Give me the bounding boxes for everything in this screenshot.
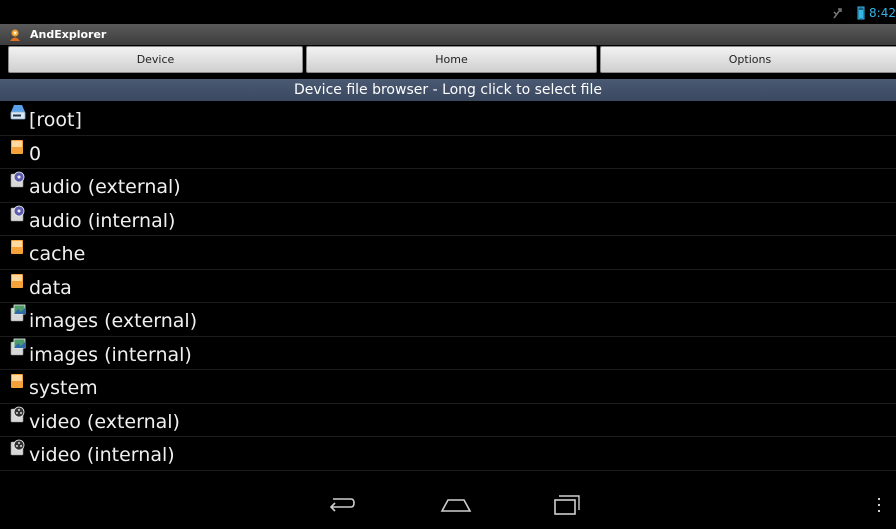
file-row-audio-internal[interactable]: audio (internal) bbox=[0, 203, 896, 236]
battery-icon bbox=[857, 6, 865, 20]
file-row-data[interactable]: data bbox=[0, 270, 896, 303]
folder-icon bbox=[11, 139, 23, 154]
file-row-root[interactable]: [root] bbox=[0, 102, 896, 136]
file-label: images (external) bbox=[29, 310, 198, 333]
usb-debug-icon bbox=[833, 8, 842, 19]
folder-icon bbox=[11, 240, 23, 255]
clock: 8:42 bbox=[869, 6, 896, 20]
file-row-video-internal[interactable]: video (internal) bbox=[0, 437, 896, 471]
audio-folder-icon bbox=[10, 205, 25, 222]
file-row-video-external[interactable]: video (external) bbox=[0, 404, 896, 437]
images-folder-icon bbox=[10, 338, 26, 356]
options-button[interactable]: Options bbox=[600, 46, 896, 73]
audio-folder-icon bbox=[10, 171, 25, 188]
back-icon[interactable] bbox=[326, 491, 358, 515]
status-bar: 8:42 bbox=[0, 0, 896, 24]
app-title: AndExplorer bbox=[30, 28, 107, 41]
folder-icon bbox=[11, 374, 23, 389]
file-label: video (internal) bbox=[29, 444, 175, 467]
video-folder-icon bbox=[10, 439, 25, 456]
images-folder-icon bbox=[10, 304, 26, 322]
home-nav-icon[interactable] bbox=[439, 491, 473, 515]
video-folder-icon bbox=[10, 406, 25, 423]
file-label: 0 bbox=[29, 142, 42, 165]
app-title-bar: AndExplorer bbox=[0, 24, 896, 45]
file-label: images (internal) bbox=[29, 343, 192, 366]
system-nav-bar bbox=[0, 479, 896, 529]
recent-apps-icon[interactable] bbox=[552, 491, 582, 517]
browser-header-text: Device file browser - Long click to sele… bbox=[294, 82, 602, 98]
file-label: audio (external) bbox=[29, 176, 181, 199]
file-label: cache bbox=[29, 243, 86, 266]
status-indicators: 8:42 bbox=[831, 5, 896, 21]
file-label: system bbox=[29, 377, 98, 400]
folder-icon bbox=[11, 273, 23, 288]
file-row-system[interactable]: system bbox=[0, 370, 896, 404]
file-row-0[interactable]: 0 bbox=[0, 136, 896, 169]
device-button[interactable]: Device bbox=[8, 46, 303, 73]
file-label: data bbox=[29, 276, 72, 299]
toolbar: Device Home Options bbox=[0, 46, 896, 74]
file-row-images-internal[interactable]: images (internal) bbox=[0, 337, 896, 370]
file-list: [root] 0 audio (external) audio (interna… bbox=[0, 102, 896, 471]
file-label: audio (internal) bbox=[29, 209, 176, 232]
file-row-cache[interactable]: cache bbox=[0, 236, 896, 270]
overflow-menu-icon[interactable] bbox=[875, 497, 883, 513]
file-row-images-external[interactable]: images (external) bbox=[0, 303, 896, 337]
file-row-audio-external[interactable]: audio (external) bbox=[0, 169, 896, 203]
file-label: [root] bbox=[29, 109, 82, 132]
file-label: video (external) bbox=[29, 410, 180, 433]
drive-icon bbox=[10, 105, 26, 120]
browser-header: Device file browser - Long click to sele… bbox=[0, 79, 896, 101]
app-logo-icon bbox=[10, 29, 20, 41]
home-button[interactable]: Home bbox=[306, 46, 597, 73]
